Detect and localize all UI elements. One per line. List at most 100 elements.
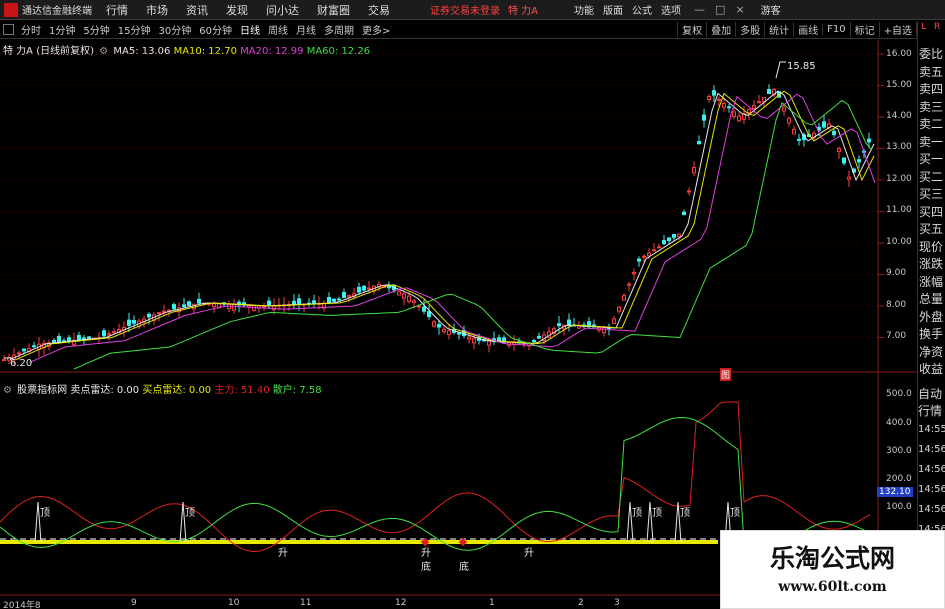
quote-label[interactable]: 行情 bbox=[918, 402, 945, 419]
candle-body bbox=[437, 324, 441, 328]
tab-multi-period[interactable]: 多周期 bbox=[320, 22, 358, 37]
candle-body bbox=[747, 109, 751, 113]
date-label: 12 bbox=[395, 598, 407, 608]
candle-body bbox=[767, 88, 771, 95]
watermark-brand: 乐淘公式网 bbox=[769, 544, 895, 573]
candle-body bbox=[712, 90, 716, 96]
tool-f10[interactable]: F10 bbox=[822, 24, 849, 35]
candle-body bbox=[647, 252, 651, 257]
sell-signal-label: 顶 bbox=[652, 507, 662, 519]
tab-weekly[interactable]: 周线 bbox=[264, 22, 292, 37]
candle-body bbox=[707, 96, 711, 101]
panel-toggle-left[interactable]: L bbox=[921, 22, 926, 32]
bottom-signal-label: 底 bbox=[421, 560, 431, 573]
sell-signal-label: 顶 bbox=[40, 507, 50, 519]
maximize-icon[interactable]: □ bbox=[715, 3, 725, 16]
menu-options[interactable]: 选项 bbox=[661, 2, 681, 17]
tick-time: 14:56 bbox=[918, 444, 945, 455]
minimize-icon[interactable]: — bbox=[694, 3, 705, 16]
tool-add-watchlist[interactable]: +自选 bbox=[878, 22, 916, 37]
menu-discover[interactable]: 发现 bbox=[226, 2, 248, 18]
tool-multi-stock[interactable]: 多股 bbox=[735, 22, 764, 37]
ma5-line bbox=[9, 90, 875, 360]
kline-chart[interactable]: 顶顶顶顶顶顶升升升底底 bbox=[0, 40, 918, 609]
candle-body bbox=[682, 211, 686, 216]
period-tab-bar: 分时 1分钟 5分钟 15分钟 30分钟 60分钟 日线 周线 月线 多周期 更… bbox=[0, 21, 945, 39]
tab-60min[interactable]: 60分钟 bbox=[195, 22, 236, 37]
candle-body bbox=[107, 333, 111, 336]
toggle-panel-icon[interactable] bbox=[3, 24, 14, 35]
tab-monthly[interactable]: 月线 bbox=[292, 22, 320, 37]
menu-quotes[interactable]: 行情 bbox=[106, 2, 128, 18]
candle-body bbox=[612, 318, 616, 324]
candle-body bbox=[442, 328, 446, 333]
tab-more[interactable]: 更多> bbox=[358, 22, 394, 37]
candle-body bbox=[422, 306, 426, 312]
candle-body bbox=[717, 98, 721, 101]
auto-label[interactable]: 自动 bbox=[918, 385, 945, 402]
menu-wealth[interactable]: 财富圈 bbox=[317, 2, 350, 18]
sell-signal-label: 顶 bbox=[680, 507, 690, 519]
date-label: 2 bbox=[578, 598, 584, 608]
quote-field-label: 卖一 bbox=[919, 134, 944, 149]
candle-body bbox=[557, 323, 561, 327]
candle-body bbox=[132, 319, 136, 324]
quote-field-label: 涨跌 bbox=[919, 257, 944, 271]
candle-body bbox=[672, 233, 676, 238]
menu-bar: 通达信金融终端 行情 市场 资讯 发现 问小达 财富圈 交易 证券交易未登录 特… bbox=[0, 0, 945, 20]
tab-5min[interactable]: 5分钟 bbox=[79, 22, 113, 37]
quote-field-label: 买一 bbox=[919, 152, 944, 166]
candle-body bbox=[232, 304, 236, 311]
tool-draw-line[interactable]: 画线 bbox=[793, 22, 822, 37]
menu-news[interactable]: 资讯 bbox=[186, 2, 208, 18]
tab-daily[interactable]: 日线 bbox=[236, 22, 264, 37]
tool-overlay[interactable]: 叠加 bbox=[706, 22, 735, 37]
candle-body bbox=[102, 330, 106, 337]
menu-function[interactable]: 功能 bbox=[574, 2, 594, 17]
quote-field-label: 卖二 bbox=[919, 117, 944, 131]
tool-mark[interactable]: 标记 bbox=[849, 22, 879, 37]
candle-body bbox=[447, 330, 451, 336]
candle-body bbox=[732, 111, 736, 117]
candle-body bbox=[427, 311, 431, 318]
candle-body bbox=[632, 272, 636, 275]
candle-body bbox=[792, 128, 796, 135]
tab-15min[interactable]: 15分钟 bbox=[114, 22, 155, 37]
tool-statistics[interactable]: 统计 bbox=[764, 22, 793, 37]
candle-body bbox=[112, 331, 116, 334]
menu-market[interactable]: 市场 bbox=[146, 2, 168, 18]
ma60-line bbox=[73, 99, 873, 370]
tab-1min[interactable]: 1分钟 bbox=[45, 22, 79, 37]
sub-y-tick-100: 100.0 bbox=[886, 502, 912, 512]
candle-body bbox=[487, 340, 491, 346]
menu-layout[interactable]: 版面 bbox=[603, 2, 623, 17]
tab-intraday[interactable]: 分时 bbox=[17, 22, 45, 37]
candle-body bbox=[577, 325, 581, 329]
candle-body bbox=[22, 348, 26, 352]
candle-body bbox=[832, 130, 836, 136]
y-tick-12: 12.00 bbox=[886, 174, 912, 184]
y-tick-15: 15.00 bbox=[886, 80, 912, 90]
candle-body bbox=[757, 101, 761, 104]
menu-trade[interactable]: 交易 bbox=[368, 2, 390, 18]
menu-formula[interactable]: 公式 bbox=[632, 2, 652, 17]
candle-body bbox=[87, 336, 91, 340]
candle-body bbox=[57, 335, 61, 343]
guest-user[interactable]: 游客 bbox=[761, 2, 781, 17]
login-status[interactable]: 证券交易未登录 bbox=[430, 2, 500, 17]
quote-field-label: 卖三 bbox=[919, 99, 944, 114]
watermark-url: www.60lt.com bbox=[778, 579, 887, 595]
tick-time: 14:56 bbox=[918, 504, 945, 515]
tab-30min[interactable]: 30分钟 bbox=[154, 22, 195, 37]
candle-body bbox=[197, 298, 201, 304]
menu-ask[interactable]: 问小达 bbox=[266, 2, 299, 18]
panel-toggle-right[interactable]: R bbox=[934, 22, 940, 32]
tool-adjust[interactable]: 复权 bbox=[677, 22, 706, 37]
low-price-label: 6.20 bbox=[10, 358, 33, 369]
candle-body bbox=[537, 335, 541, 339]
close-icon[interactable]: × bbox=[735, 3, 744, 16]
tick-time: 14:56 bbox=[918, 464, 945, 475]
candle-body bbox=[292, 300, 296, 305]
marker-badge[interactable]: 图 bbox=[720, 368, 732, 381]
quote-field-label: 涨幅 bbox=[919, 274, 944, 289]
